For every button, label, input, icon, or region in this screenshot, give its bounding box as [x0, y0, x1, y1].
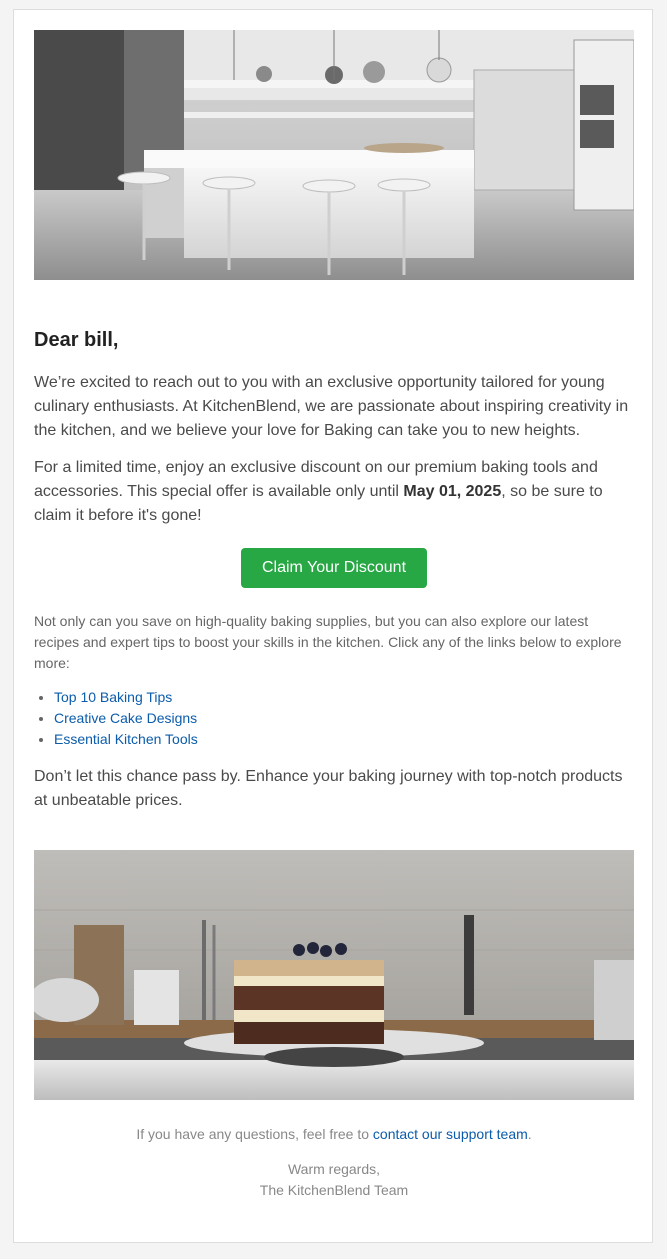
greeting-heading: Dear bill,: [34, 329, 119, 351]
signature-team: The KitchenBlend Team: [259, 1182, 409, 1198]
support-text-after: .: [527, 1126, 532, 1142]
link-kitchen-tools[interactable]: Essential Kitchen Tools: [54, 731, 198, 747]
offer-paragraph: For a limited time, enjoy an exclusive d…: [34, 456, 634, 528]
intro-paragraph: We’re excited to reach out to you with a…: [34, 374, 629, 439]
support-text-before: If you have any questions, feel free to: [136, 1126, 373, 1142]
support-link[interactable]: contact our support team: [373, 1126, 528, 1142]
kitchen-hero-image: [34, 30, 634, 280]
list-item: Top 10 Baking Tips: [54, 687, 634, 708]
link-cake-designs[interactable]: Creative Cake Designs: [54, 710, 197, 726]
claim-discount-button[interactable]: Claim Your Discount: [240, 548, 428, 588]
resource-links-list: Top 10 Baking Tips Creative Cake Designs…: [34, 687, 634, 750]
email-body: Dear bill, We’re excited to reach out to…: [34, 30, 634, 1201]
cake-slice-image: [34, 850, 634, 1100]
email-container: Dear bill, We’re excited to reach out to…: [13, 9, 653, 1243]
link-baking-tips[interactable]: Top 10 Baking Tips: [54, 689, 172, 705]
signature-regards: Warm regards,: [287, 1161, 381, 1177]
closing-paragraph: Don’t let this chance pass by. Enhance y…: [34, 768, 623, 809]
list-item: Creative Cake Designs: [54, 708, 634, 729]
explore-paragraph: Not only can you save on high-quality ba…: [34, 613, 622, 671]
list-item: Essential Kitchen Tools: [54, 729, 634, 750]
cta-wrapper: Claim Your Discount: [34, 548, 634, 588]
offer-deadline-date: May 01, 2025: [403, 483, 502, 500]
support-note: If you have any questions, feel free to …: [34, 1124, 634, 1145]
signature: Warm regards, The KitchenBlend Team: [34, 1159, 634, 1201]
